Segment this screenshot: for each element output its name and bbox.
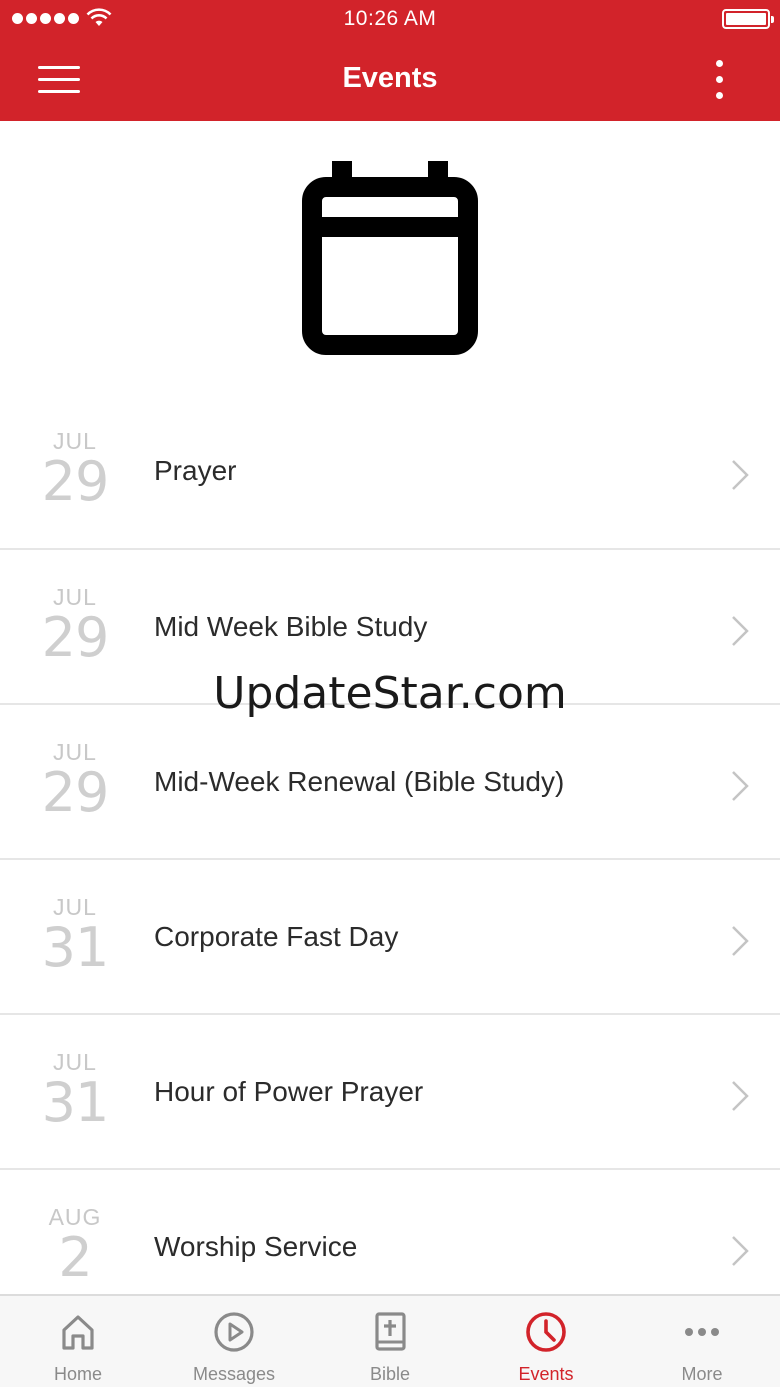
event-row[interactable]: JUL 29 Prayer: [0, 394, 780, 550]
events-hero: [0, 121, 780, 394]
event-day: 31: [41, 1071, 110, 1134]
tab-label: More: [681, 1364, 723, 1384]
event-day: 31: [41, 916, 110, 979]
event-row[interactable]: JUL 29 Mid Week Bible Study: [0, 550, 780, 705]
calendar-icon: [302, 161, 478, 355]
event-title: Prayer: [154, 455, 237, 486]
tab-label: Bible: [369, 1364, 411, 1384]
clock-icon: [526, 1312, 566, 1352]
status-time: 10:26 AM: [343, 7, 437, 30]
chevron-right-icon: [732, 1236, 749, 1266]
page-title: Events: [342, 62, 438, 94]
event-day: 29: [41, 606, 110, 669]
tab-more[interactable]: More: [624, 1296, 780, 1387]
event-day: 2: [58, 1226, 92, 1289]
chevron-right-icon: [732, 771, 749, 801]
chevron-right-icon: [732, 616, 749, 646]
tab-events[interactable]: Events: [468, 1296, 624, 1387]
tab-label: Messages: [192, 1364, 276, 1384]
tab-messages[interactable]: Messages: [156, 1296, 312, 1387]
chevron-right-icon: [732, 926, 749, 956]
more-dots-icon: [685, 1328, 719, 1336]
event-list: JUL 29 Prayer JUL 29 Mid Week Bible Stud…: [0, 394, 780, 1325]
bottom-tab-bar: Home Messages Bible Events More: [0, 1294, 780, 1387]
nav-bar: Events: [0, 40, 780, 121]
event-row[interactable]: JUL 31 Hour of Power Prayer: [0, 1015, 780, 1170]
battery-icon: [722, 9, 774, 29]
home-icon: [62, 1315, 94, 1350]
event-row[interactable]: JUL 31 Corporate Fast Day: [0, 860, 780, 1015]
event-title: Worship Service: [154, 1231, 358, 1262]
status-bar: 10:26 AM: [0, 0, 780, 40]
vertical-ellipsis-icon[interactable]: [705, 58, 735, 102]
app-header: 10:26 AM Events: [0, 0, 780, 121]
tab-bible[interactable]: Bible: [312, 1296, 468, 1387]
chevron-right-icon: [732, 1081, 749, 1111]
event-row[interactable]: JUL 29 Mid-Week Renewal (Bible Study): [0, 705, 780, 860]
tab-label: Home: [53, 1364, 102, 1384]
tab-home[interactable]: Home: [0, 1296, 156, 1387]
event-day: 29: [41, 761, 110, 824]
tab-label: Events: [518, 1364, 574, 1384]
play-circle-icon: [214, 1312, 254, 1352]
event-title: Hour of Power Prayer: [154, 1076, 424, 1107]
event-title: Mid Week Bible Study: [154, 611, 428, 642]
event-day: 29: [41, 450, 110, 513]
event-title: Corporate Fast Day: [154, 921, 399, 952]
event-title: Mid-Week Renewal (Bible Study): [154, 766, 565, 797]
bible-icon: [375, 1312, 406, 1351]
chevron-right-icon: [732, 460, 749, 490]
